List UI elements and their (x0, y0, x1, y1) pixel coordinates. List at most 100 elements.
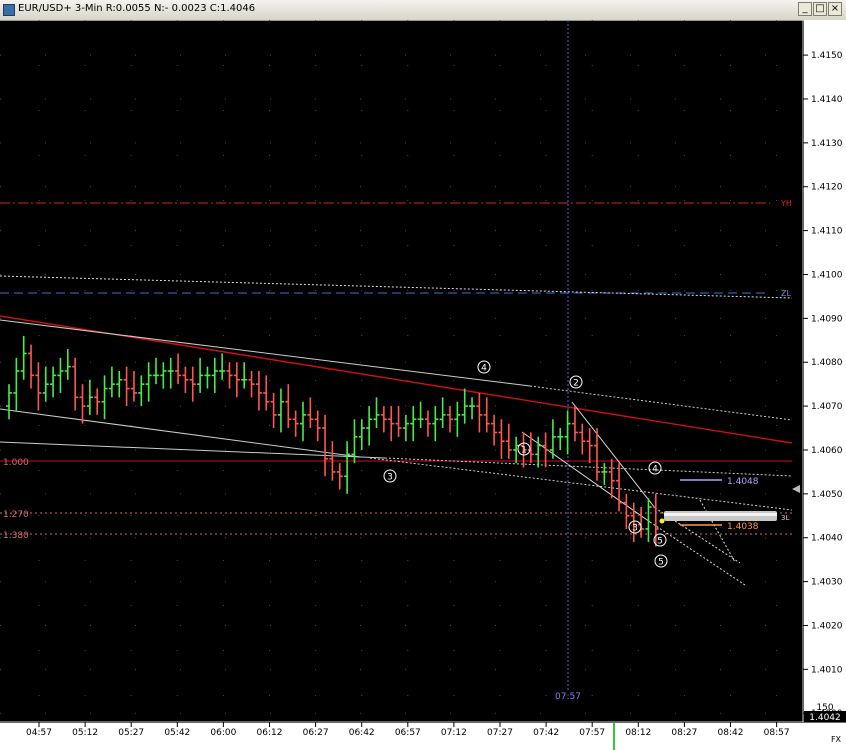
candle-down (292, 410, 299, 437)
price-tick-label: 1.4060 (811, 446, 843, 456)
minimize-button[interactable]: _ (798, 2, 812, 16)
price-tick-label: 1.4100 (811, 270, 843, 280)
wave-label-3-right: 3 (628, 520, 642, 534)
candle-up (145, 362, 152, 402)
svg-text:5: 5 (657, 537, 663, 547)
candle-down (28, 344, 35, 389)
current-price-tag: 3L (781, 514, 789, 522)
candle-down (35, 362, 42, 411)
candle-down (79, 384, 86, 424)
candle-up (366, 406, 373, 446)
svg-text:4: 4 (481, 364, 487, 374)
candle-up (241, 362, 248, 389)
candle-down (542, 432, 549, 468)
trend-lines (0, 275, 793, 586)
candle-up (219, 353, 226, 380)
price-tick-label: 1.4120 (811, 183, 843, 193)
time-tick-label: 08:12 (625, 728, 651, 738)
candle-down (608, 458, 615, 499)
close-button[interactable]: × (828, 2, 842, 16)
last-price-readout: 1.4042 (809, 713, 841, 723)
candle-up (461, 388, 468, 424)
price-tick-label: 1.4080 (811, 358, 843, 368)
candle-up (417, 401, 424, 429)
svg-text:4: 4 (652, 465, 658, 475)
candle-down (586, 428, 593, 464)
time-tick-label: 04:57 (26, 728, 52, 738)
maximize-button[interactable]: □ (813, 2, 827, 16)
app-icon (3, 4, 15, 16)
candle-down (424, 410, 431, 437)
candle-up (439, 397, 446, 429)
price-tick-label: 1.4150 (811, 51, 843, 61)
candle-up (42, 366, 49, 402)
chart-window: EUR/USD+ 3-Min R:0.0055 N:- 0.0023 C:1.4… (0, 0, 846, 750)
candle-down (395, 406, 402, 437)
candle-down (322, 414, 329, 477)
price-tick-label: 1.4090 (811, 314, 843, 324)
candle-down (285, 384, 292, 429)
time-tick-label: 05:27 (118, 728, 144, 738)
wave-label-4-top: 4 (477, 360, 491, 374)
price-tick-label: 1.4040 (811, 534, 843, 544)
candle-up (197, 357, 204, 393)
candle-down (483, 397, 490, 433)
yh-level-label: YH (780, 199, 792, 208)
candle-up (50, 366, 57, 398)
candle-up (20, 335, 27, 380)
candle-up (601, 463, 608, 486)
price-axis-panel[interactable] (804, 20, 846, 722)
price-tick-label: 1.4140 (811, 95, 843, 105)
candle-up (116, 371, 123, 398)
upper-channel-line (0, 275, 793, 299)
candle-up (469, 397, 476, 420)
title-bar[interactable]: EUR/USD+ 3-Min R:0.0055 N:- 0.0023 C:1.4… (0, 0, 846, 21)
candle-down (270, 392, 277, 429)
price-tick-label: 1.4010 (811, 665, 843, 675)
time-tick-label: 06:00 (210, 728, 236, 738)
time-tick-label: 07:42 (533, 728, 559, 738)
price-tick-label: 1.4030 (811, 578, 843, 588)
fib-1380-label: 1.380 (3, 531, 29, 541)
time-tick-label: 05:42 (164, 728, 190, 738)
price-tick-label: 1.4070 (811, 402, 843, 412)
marker-1-4048-label: 1.4048 (727, 477, 759, 487)
candle-down (498, 419, 505, 459)
candle-down (380, 406, 387, 433)
candle-up (101, 375, 108, 420)
candle-up (410, 406, 417, 442)
svg-text:3: 3 (632, 524, 638, 534)
last-price-dot (659, 518, 665, 524)
candle-up (373, 397, 380, 429)
candle-up (167, 357, 174, 389)
marker-1-4038-label: 1.4038 (727, 522, 759, 532)
candle-down (388, 406, 395, 442)
price-chart[interactable]: YH ZL 1.000 1.270 1.380 07:57 1.4048 1.4… (0, 20, 846, 750)
candle-down (307, 397, 314, 429)
candle-up (86, 379, 93, 415)
svg-text:3: 3 (387, 473, 393, 483)
candle-up (402, 414, 409, 442)
wave-label-3-left: 3 (383, 469, 397, 483)
candle-up (557, 428, 564, 450)
candle-down (336, 463, 343, 490)
candle-down (491, 414, 498, 446)
time-tick-label: 05:12 (72, 728, 98, 738)
time-tick-label: 08:42 (718, 728, 744, 738)
candle-up (204, 366, 211, 389)
candle-down (130, 371, 137, 402)
candle-down (226, 362, 233, 389)
candle-down (175, 353, 182, 385)
price-tick-label: 1.4020 (811, 621, 843, 631)
svg-text:1: 1 (521, 446, 527, 456)
zl-level-label: ZL (781, 289, 791, 298)
price-tick-label: 1.4110 (811, 227, 843, 237)
candle-down (263, 375, 270, 411)
candle-down (476, 392, 483, 433)
right-edge-pointer[interactable] (792, 485, 800, 493)
candle-up (454, 401, 461, 437)
candle-up (153, 357, 159, 385)
time-tick-label: 07:27 (487, 728, 513, 738)
candle-up (358, 419, 365, 450)
candle-down (447, 406, 453, 433)
